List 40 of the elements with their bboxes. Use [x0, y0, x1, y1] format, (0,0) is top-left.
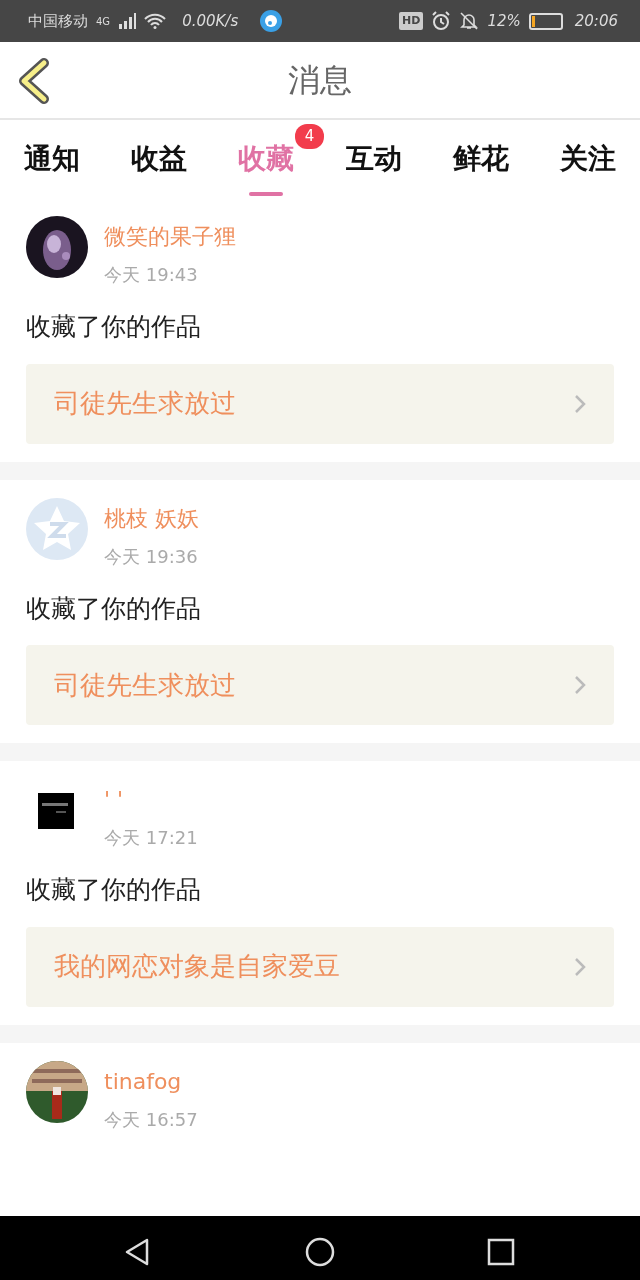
chevron-right-icon	[574, 675, 586, 695]
tab[interactable]: 关注	[553, 128, 622, 190]
hd-indicator: HD	[399, 11, 424, 31]
carrier-name: 中国移动	[28, 10, 88, 32]
network-type: 4G	[96, 14, 111, 29]
page-title: 消息	[288, 60, 352, 101]
wifi-icon	[144, 13, 167, 29]
tab[interactable]: 互动	[339, 128, 408, 190]
signal-icon	[118, 13, 137, 29]
user-name[interactable]: 微笑的果子狸	[104, 220, 236, 253]
tab-indicator	[249, 192, 284, 196]
chevron-right-icon	[574, 956, 586, 977]
home-icon[interactable]	[304, 1236, 336, 1268]
back-button[interactable]	[16, 58, 50, 104]
alarm-icon	[431, 11, 452, 31]
message-text: 收藏了你的作品	[26, 874, 202, 906]
message-time: 今天 17:21	[104, 826, 198, 850]
tab[interactable]: 通知	[18, 128, 86, 190]
user-name[interactable]: 桃枝 妖妖	[104, 501, 199, 535]
music-app-icon	[260, 10, 283, 32]
work-link[interactable]: 我的网恋对象是自家爱豆	[26, 926, 614, 1007]
message-time: 今天 19:43	[104, 263, 199, 287]
tab[interactable]: 鲜花	[446, 128, 515, 190]
message-time: 今天 19:36	[104, 544, 199, 569]
message-time: 今天 16:57	[104, 1107, 198, 1132]
battery-icon	[528, 12, 563, 30]
work-link[interactable]: 司徒先生求放过	[26, 645, 614, 725]
bell-off-icon	[459, 11, 480, 31]
user-name[interactable]: tinafog	[104, 1064, 198, 1098]
chevron-right-icon	[574, 393, 586, 414]
user-name[interactable]: ' '	[104, 783, 198, 816]
network-speed: 0.00K/s	[182, 10, 239, 32]
battery-percent: 12%	[487, 10, 521, 32]
clock-time: 20:06	[574, 10, 618, 32]
work-link[interactable]: 司徒先生求放过	[26, 363, 614, 444]
message-text: 收藏了你的作品	[26, 311, 202, 343]
chevron-left-icon	[16, 58, 50, 104]
tab[interactable]: 收益	[125, 128, 194, 190]
message-text: 收藏了你的作品	[26, 592, 202, 625]
count-badge: 4	[294, 124, 325, 149]
